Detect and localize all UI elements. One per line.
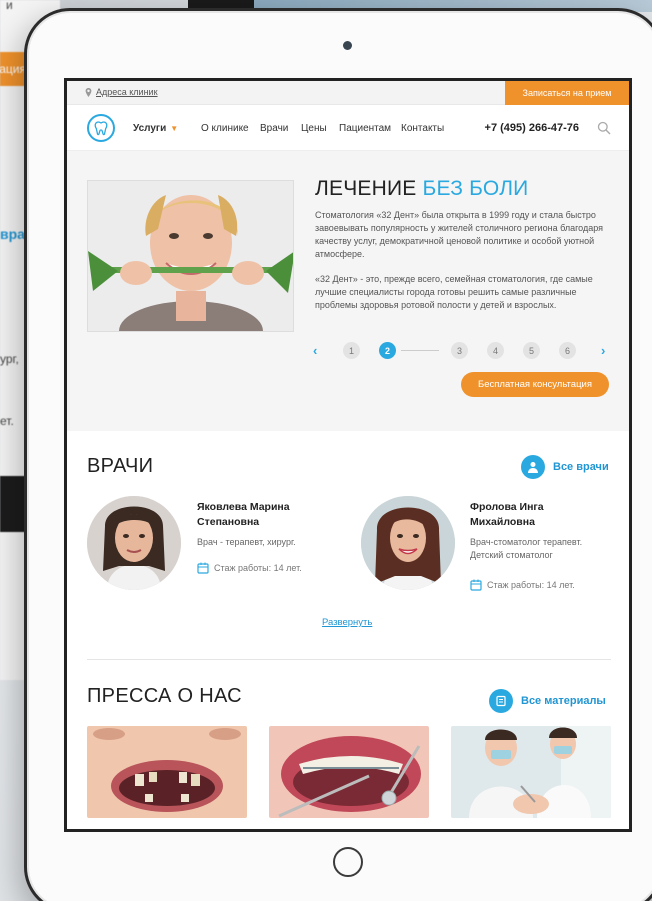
search-icon[interactable] [597, 121, 611, 135]
expand-link[interactable]: Развернуть [322, 617, 372, 628]
nav-item-about[interactable]: О клинике [201, 123, 249, 134]
section-divider [87, 659, 611, 660]
calendar-icon [470, 579, 482, 591]
braces-image [269, 726, 429, 818]
camera-icon [343, 41, 352, 50]
slider-page[interactable]: 1 [343, 342, 360, 359]
background-text: и [6, 0, 13, 12]
hero-title-main: ЛЕЧЕНИЕ [315, 177, 417, 200]
hero-section: ЛЕЧЕНИЕ БЕЗ БОЛИ Стоматология «32 Дент» … [67, 151, 629, 431]
free-consultation-button[interactable]: Бесплатная консультация [461, 372, 609, 397]
slider-page[interactable]: 3 [451, 342, 468, 359]
background-text: ет. [0, 414, 14, 428]
doctor-icon [521, 455, 545, 479]
hero-title: ЛЕЧЕНИЕ БЕЗ БОЛИ [315, 177, 528, 201]
phone-number[interactable]: +7 (495) 266-47-76 [485, 122, 579, 134]
location-pin-icon [85, 87, 92, 97]
press-article-image[interactable] [269, 726, 429, 818]
doctor-role: Врач - терапевт, хирург. [197, 537, 296, 547]
doctor-experience: Стаж работы: 14 лет. [470, 579, 575, 591]
doctor-experience-label: Стаж работы: 14 лет. [214, 563, 302, 573]
dentists-at-work-image [451, 726, 611, 818]
doctor-portrait-image [361, 496, 455, 590]
hero-paragraph-1: Стоматология «32 Дент» была открыта в 19… [315, 210, 604, 259]
background-text: вра [0, 226, 25, 242]
doctors-section-title: ВРАЧИ [87, 455, 154, 477]
main-nav: Услуги ▼ О клинике Врачи Цены Пациентам К… [67, 105, 629, 151]
tooth-icon [94, 121, 108, 136]
nav-item-label: Услуги [133, 123, 167, 134]
all-doctors-link[interactable]: Все врачи [521, 455, 609, 479]
signup-button[interactable]: Записаться на прием [505, 81, 629, 105]
slider-divider [401, 350, 439, 351]
calendar-icon [197, 562, 209, 574]
clinic-address-link[interactable]: Адреса клиник [85, 87, 158, 97]
doctor-portrait-image [87, 496, 181, 590]
press-article-image[interactable] [87, 726, 247, 818]
document-icon [489, 689, 513, 713]
background-dark-panel [0, 476, 26, 532]
hero-paragraph-2: «32 Дент» - это, прежде всего, семейная … [315, 274, 593, 310]
doctor-experience: Стаж работы: 14 лет. [197, 562, 302, 574]
press-article-image[interactable] [451, 726, 611, 818]
hero-slider-pagination: ‹ 1 2 3 4 5 6 › [313, 338, 613, 362]
doctor-name[interactable]: Фролова Инга Михайловна [470, 500, 610, 530]
tablet-screen: Адреса клиник Записаться на прием Услуги… [64, 78, 632, 832]
clinic-address-label: Адреса клиник [96, 87, 158, 97]
hero-title-highlight: БЕЗ БОЛИ [422, 177, 529, 200]
all-materials-label: Все материалы [521, 695, 606, 707]
press-section-title: ПРЕССА О НАС [87, 685, 242, 707]
nav-item-prices[interactable]: Цены [301, 123, 327, 134]
chevron-right-icon[interactable]: › [601, 343, 605, 358]
slider-page[interactable]: 5 [523, 342, 540, 359]
slider-page[interactable]: 6 [559, 342, 576, 359]
slider-page[interactable]: 4 [487, 342, 504, 359]
doctor-experience-label: Стаж работы: 14 лет. [487, 580, 575, 590]
background-text: ург, [0, 352, 19, 366]
all-materials-link[interactable]: Все материалы [489, 689, 606, 713]
slider-page-active[interactable]: 2 [379, 342, 396, 359]
nav-item-patients[interactable]: Пациентам [339, 123, 391, 134]
child-teeth-image [87, 726, 247, 818]
doctor-photo[interactable] [87, 496, 181, 590]
doctor-role: Врач-стоматолог терапевт. Детский стомат… [470, 537, 583, 560]
background-text: ация [0, 62, 26, 76]
nav-item-services[interactable]: Услуги ▼ [133, 123, 178, 134]
chevron-left-icon[interactable]: ‹ [313, 343, 317, 358]
smiling-woman-image [88, 181, 293, 331]
doctor-name[interactable]: Яковлева Марина Степановна [197, 500, 337, 530]
clinic-logo[interactable] [87, 114, 115, 142]
chevron-down-icon: ▼ [170, 124, 179, 133]
hero-image [87, 180, 294, 332]
nav-item-contacts[interactable]: Контакты [401, 123, 444, 134]
doctor-photo[interactable] [361, 496, 455, 590]
nav-item-doctors[interactable]: Врачи [260, 123, 288, 134]
top-bar: Адреса клиник Записаться на прием [67, 81, 629, 105]
all-doctors-label: Все врачи [553, 461, 609, 473]
home-button[interactable] [333, 847, 363, 877]
